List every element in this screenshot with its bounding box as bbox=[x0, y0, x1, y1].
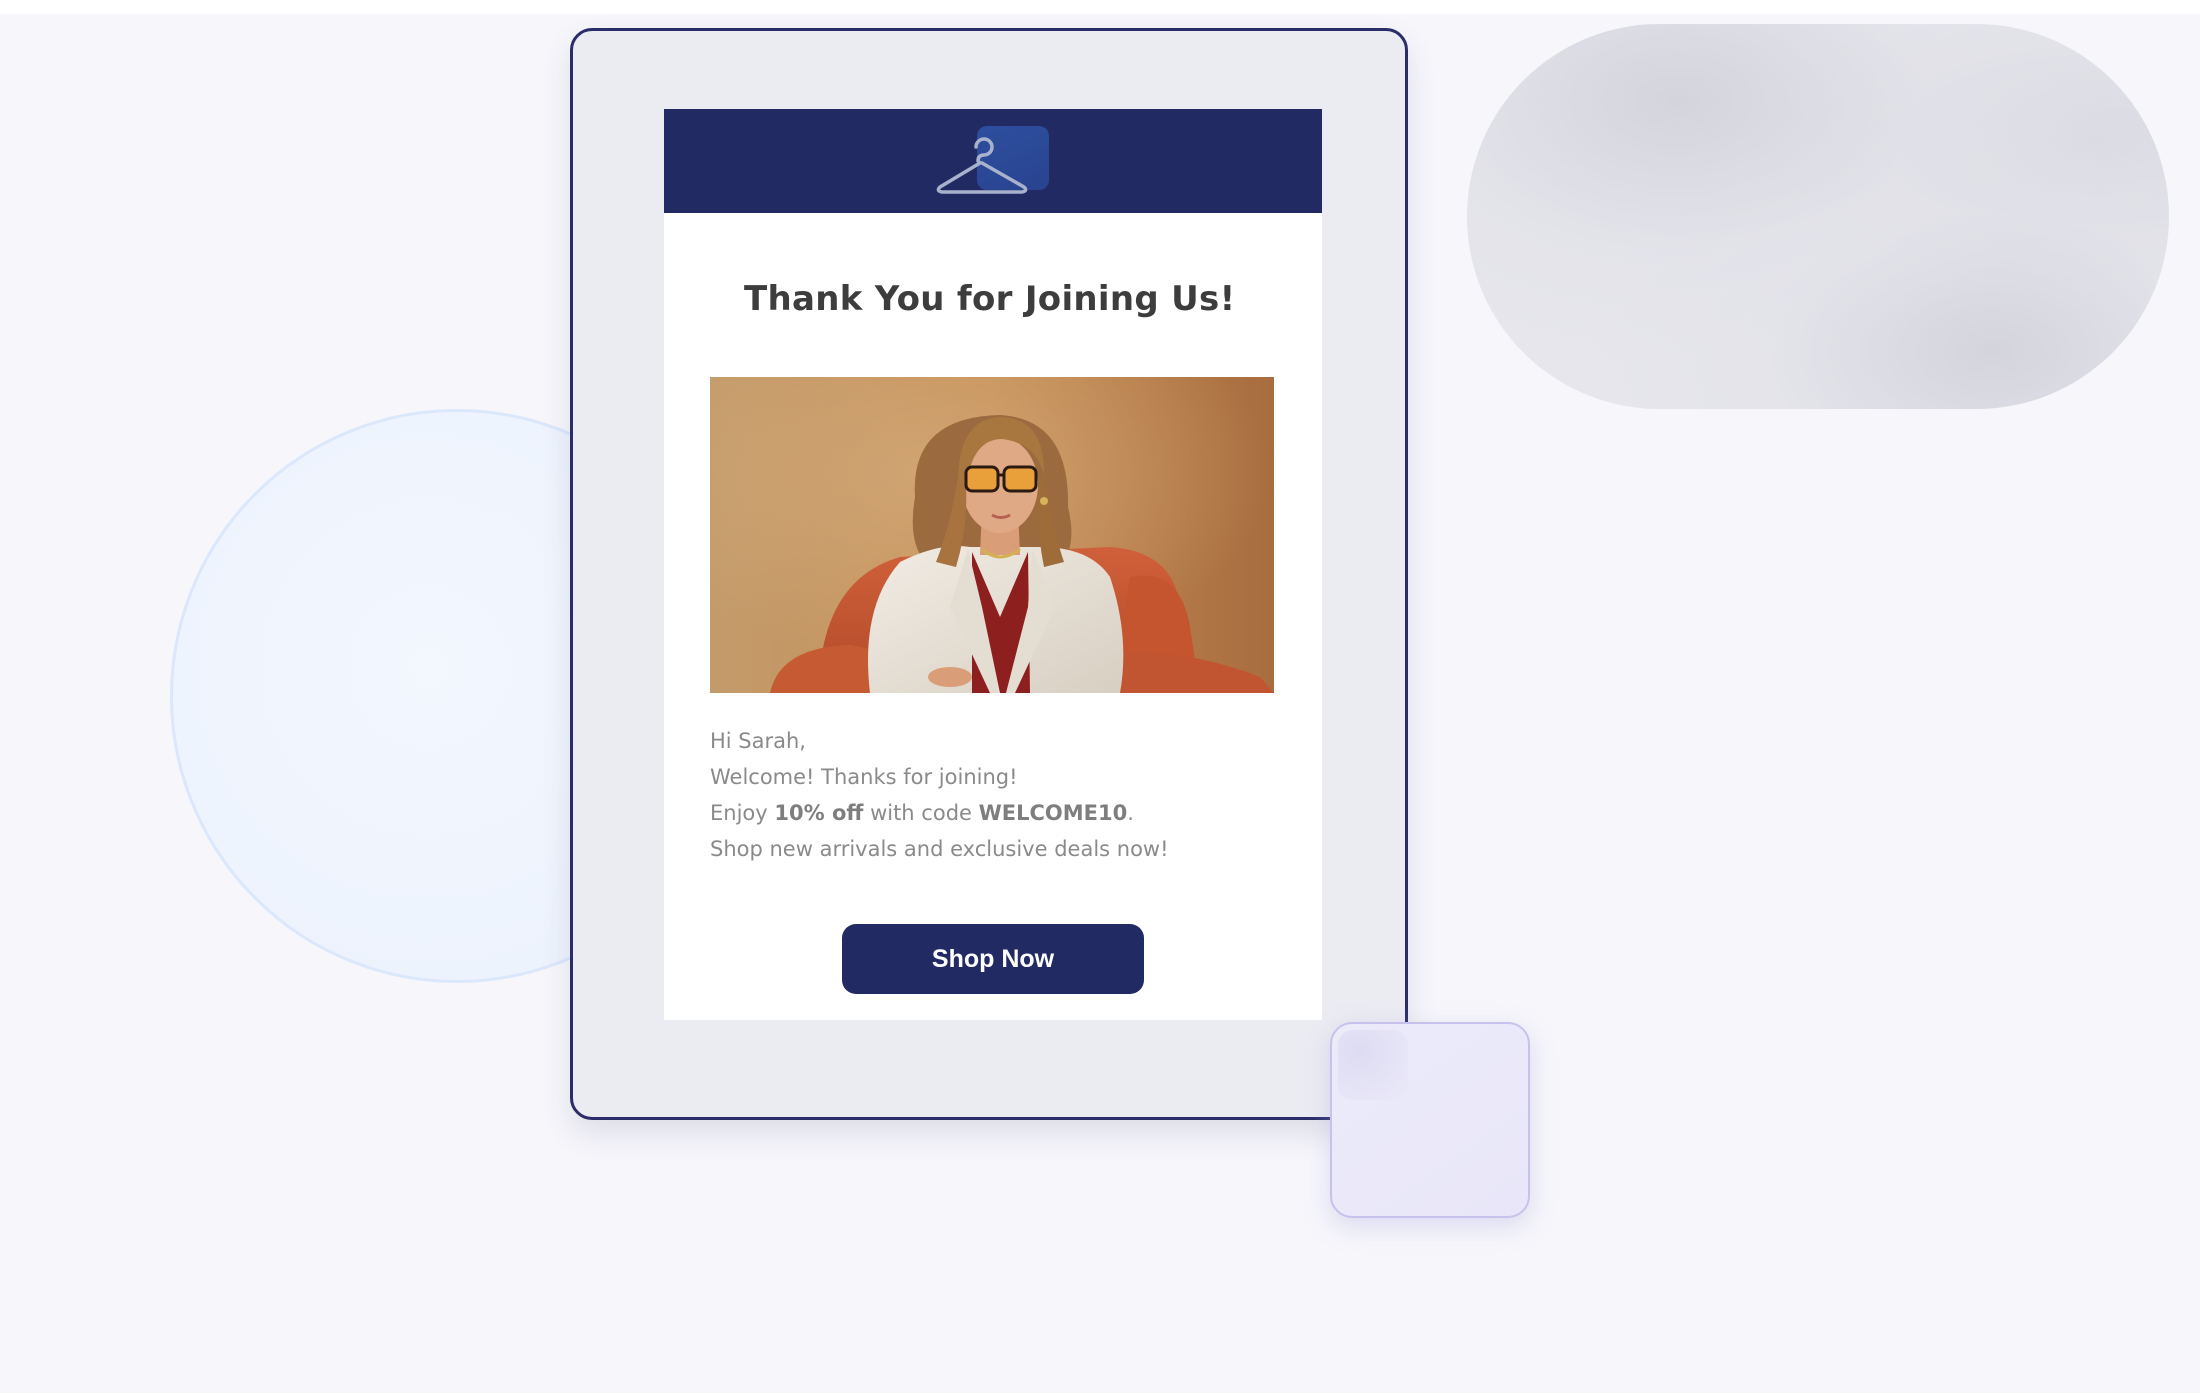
hero-image bbox=[710, 377, 1274, 693]
email-body: Hi Sarah, Welcome! Thanks for joining! E… bbox=[710, 723, 1290, 867]
brand-logo bbox=[934, 123, 1054, 203]
offer-code: WELCOME10 bbox=[978, 801, 1128, 825]
welcome-line: Welcome! Thanks for joining! bbox=[710, 765, 1018, 789]
greeting-line: Hi Sarah, bbox=[710, 729, 806, 753]
offer-middle: with code bbox=[863, 801, 979, 825]
woman-in-sunglasses-photo bbox=[710, 377, 1274, 693]
decorative-square bbox=[1330, 1022, 1530, 1218]
shop-line: Shop new arrivals and exclusive deals no… bbox=[710, 837, 1169, 861]
clothes-hanger-icon bbox=[936, 137, 1028, 194]
shop-now-button[interactable]: Shop Now bbox=[842, 924, 1144, 994]
email-header bbox=[664, 109, 1322, 213]
decorative-pill-shape bbox=[1467, 24, 2169, 409]
offer-discount: 10% off bbox=[774, 801, 864, 825]
email-title: Thank You for Joining Us! bbox=[744, 279, 1236, 319]
top-strip bbox=[0, 0, 2200, 14]
email-card: Thank You for Joining Us! Hi Sarah, Welc… bbox=[664, 109, 1322, 1020]
offer-suffix: . bbox=[1127, 801, 1134, 825]
tablet-frame: Thank You for Joining Us! Hi Sarah, Welc… bbox=[570, 28, 1408, 1120]
offer-prefix: Enjoy bbox=[710, 801, 775, 825]
offer-line: Enjoy 10% off with code WELCOME10. bbox=[710, 795, 1290, 831]
